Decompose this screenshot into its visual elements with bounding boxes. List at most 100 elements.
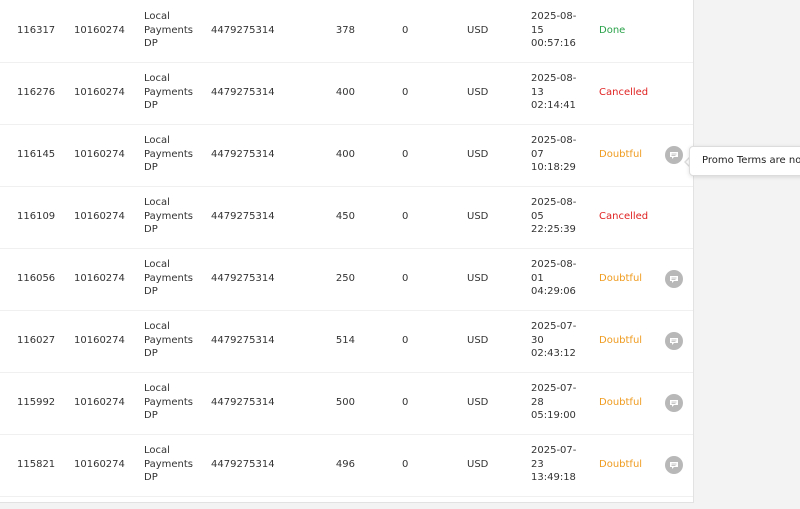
table-row: 116027 10160274 Local Payments DP 447927… xyxy=(0,310,693,373)
fee: 0 xyxy=(402,335,409,346)
payment-method: Local Payments DP xyxy=(144,10,193,51)
payment-method-line: Payments xyxy=(144,334,193,346)
date-line: 02:43:12 xyxy=(531,348,576,359)
transaction-date: 2025-08- 07 10:18:29 xyxy=(531,134,576,175)
date-line: 2025-08- xyxy=(531,259,577,270)
comment-icon xyxy=(670,275,678,283)
payment-method: Local Payments DP xyxy=(144,258,193,299)
account-id: 10160274 xyxy=(74,25,125,36)
table-row: 116109 10160274 Local Payments DP 447927… xyxy=(0,186,693,249)
fee: 0 xyxy=(402,273,409,284)
phone-number: 4479275314 xyxy=(211,459,275,470)
date-line: 2025-08- xyxy=(531,197,577,208)
payment-method-line: Payments xyxy=(144,86,193,98)
table-row: 116145 10160274 Local Payments DP 447927… xyxy=(0,124,693,187)
transaction-id: 115821 xyxy=(17,459,56,470)
amount: 450 xyxy=(335,211,355,222)
payment-method-line: Payments xyxy=(144,396,193,408)
table-row: 116276 10160274 Local Payments DP 447927… xyxy=(0,62,693,125)
transaction-id: 116145 xyxy=(17,149,56,160)
phone-number: 4479275314 xyxy=(211,149,275,160)
comment-button[interactable] xyxy=(665,394,683,412)
account-id: 10160274 xyxy=(74,397,125,408)
transaction-date: 2025-07- 23 13:49:18 xyxy=(531,444,576,485)
transaction-date: 2025-08- 13 02:14:41 xyxy=(531,72,576,113)
status-badge: Doubtful xyxy=(599,459,643,470)
date-line: 23 xyxy=(531,458,544,470)
comment-button[interactable] xyxy=(665,332,683,350)
table-row: 116056 10160274 Local Payments DP 447927… xyxy=(0,248,693,311)
currency: USD xyxy=(467,459,489,470)
comment-button[interactable] xyxy=(665,270,683,288)
currency: USD xyxy=(467,25,489,36)
transaction-date: 2025-07- 30 02:43:12 xyxy=(531,320,576,361)
date-line: 2025-07- xyxy=(531,321,577,332)
account-id: 10160274 xyxy=(74,273,125,284)
date-line: 30 xyxy=(531,334,544,346)
comment-icon xyxy=(670,399,678,407)
payment-method-line: DP xyxy=(144,286,158,297)
account-id: 10160274 xyxy=(74,87,125,98)
fee: 0 xyxy=(402,25,409,36)
date-line: 13:49:18 xyxy=(531,472,576,483)
account-id: 10160274 xyxy=(74,149,125,160)
transaction-date: 2025-08- 15 00:57:16 xyxy=(531,10,576,51)
payment-method-line: DP xyxy=(144,472,158,483)
payment-method: Local Payments DP xyxy=(144,196,193,237)
phone-number: 4479275314 xyxy=(211,397,275,408)
payment-method-line: Local xyxy=(144,11,170,22)
payment-method-line: Payments xyxy=(144,210,193,222)
status-badge: Cancelled xyxy=(599,87,649,98)
date-line: 05:19:00 xyxy=(531,410,576,421)
transaction-date: 2025-07- 28 05:19:00 xyxy=(531,382,576,423)
date-line: 2025-08- xyxy=(531,135,577,146)
transaction-id: 115992 xyxy=(17,397,56,408)
comment-icon xyxy=(670,151,678,159)
table-row: 116317 10160274 Local Payments DP 447927… xyxy=(0,0,693,63)
payment-method-line: Payments xyxy=(144,458,193,470)
payment-method-line: Local xyxy=(144,135,170,146)
payment-method-line: Payments xyxy=(144,272,193,284)
comment-button[interactable] xyxy=(665,456,683,474)
table-row: 115821 10160274 Local Payments DP 447927… xyxy=(0,434,693,497)
fee: 0 xyxy=(402,459,409,470)
currency: USD xyxy=(467,397,489,408)
date-line: 13 xyxy=(531,86,544,98)
payment-method-line: DP xyxy=(144,38,158,49)
status-badge: Doubtful xyxy=(599,397,643,408)
transaction-date: 2025-08- 05 22:25:39 xyxy=(531,196,576,237)
date-line: 2025-07- xyxy=(531,445,577,456)
phone-number: 4479275314 xyxy=(211,335,275,346)
currency: USD xyxy=(467,87,489,98)
date-line: 05 xyxy=(531,210,544,222)
transaction-id: 116027 xyxy=(17,335,56,346)
date-line: 2025-07- xyxy=(531,383,577,394)
transaction-id: 116056 xyxy=(17,273,56,284)
comment-icon xyxy=(670,461,678,469)
amount: 514 xyxy=(335,335,355,346)
phone-number: 4479275314 xyxy=(211,273,275,284)
status-badge: Done xyxy=(599,25,626,36)
payment-method-line: Local xyxy=(144,197,170,208)
amount: 378 xyxy=(335,25,355,36)
payment-method: Local Payments DP xyxy=(144,134,193,175)
payment-method-line: Local xyxy=(144,445,170,456)
payment-method-line: Local xyxy=(144,73,170,84)
date-line: 15 xyxy=(531,24,544,36)
transaction-id: 116317 xyxy=(17,25,56,36)
phone-number: 4479275314 xyxy=(211,25,275,36)
comment-button[interactable] xyxy=(665,146,683,164)
date-line: 00:57:16 xyxy=(531,38,576,49)
payment-method: Local Payments DP xyxy=(144,72,193,113)
comment-tooltip: Promo Terms are not y xyxy=(689,146,800,176)
payment-method: Local Payments DP xyxy=(144,444,193,485)
payment-method-line: DP xyxy=(144,100,158,111)
fee: 0 xyxy=(402,397,409,408)
comment-icon xyxy=(670,337,678,345)
date-line: 28 xyxy=(531,396,544,408)
date-line: 10:18:29 xyxy=(531,162,576,173)
date-line: 2025-08- xyxy=(531,73,577,84)
currency: USD xyxy=(467,149,489,160)
account-id: 10160274 xyxy=(74,335,125,346)
currency: USD xyxy=(467,335,489,346)
